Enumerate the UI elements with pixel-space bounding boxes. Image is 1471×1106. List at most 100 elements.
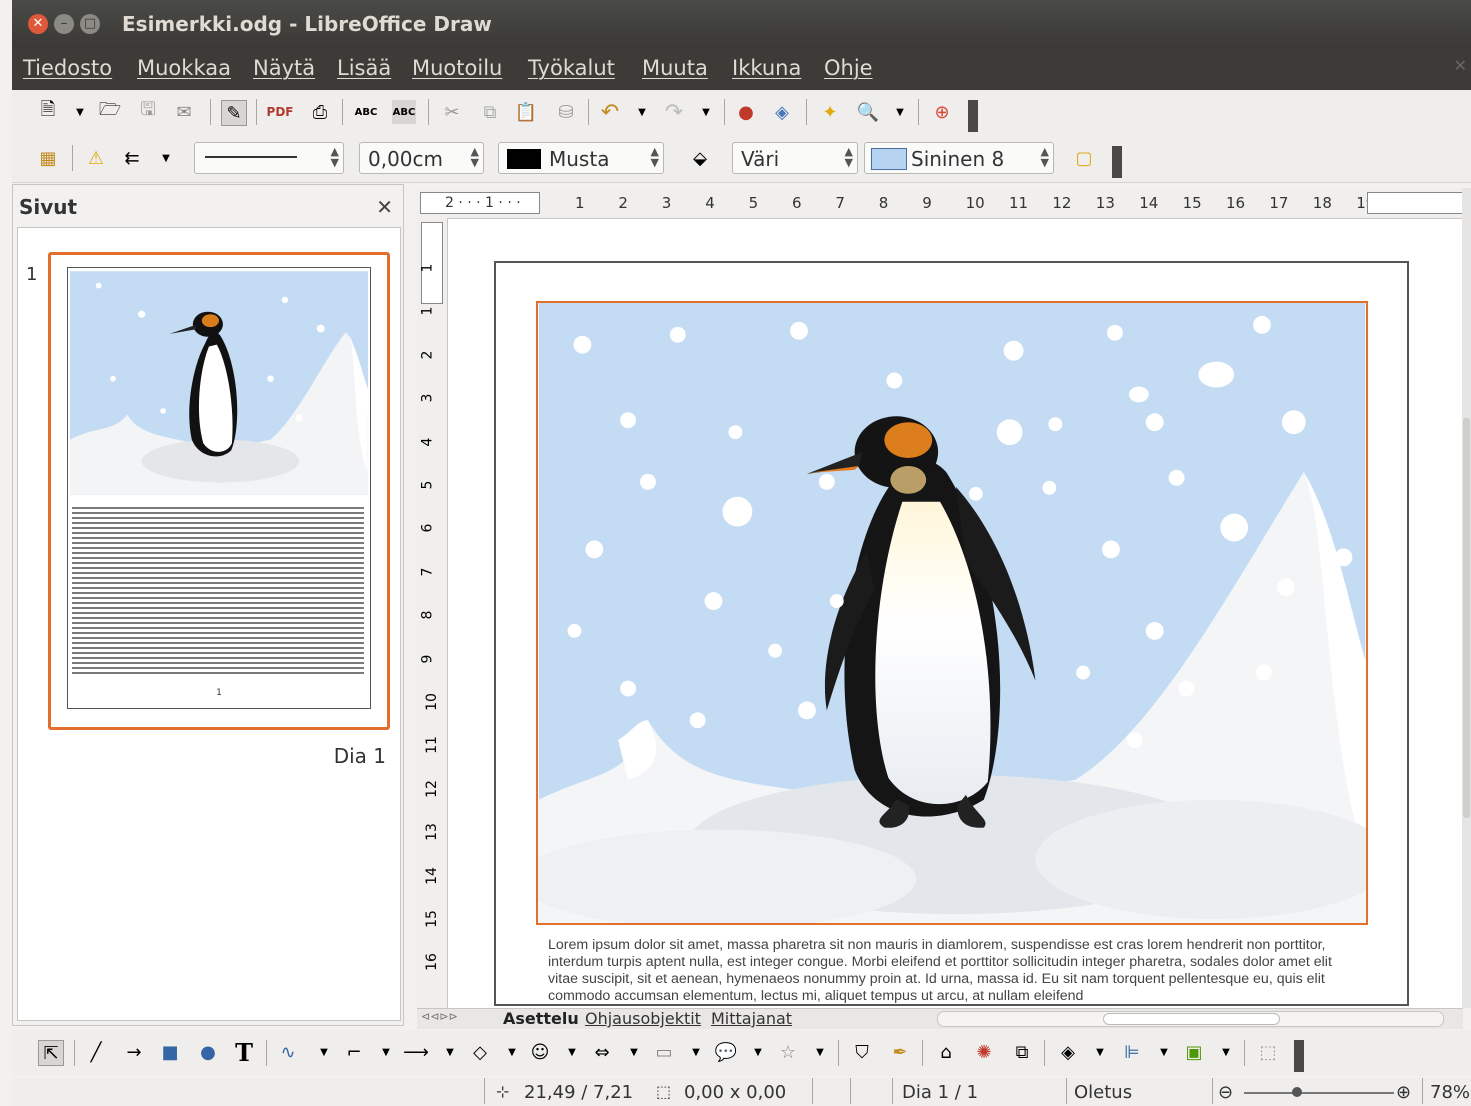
arrow-style-icon[interactable]: ⇇ [120, 146, 144, 170]
lines-arrows-icon[interactable]: ⟶ [403, 1040, 429, 1064]
chevron-down-icon[interactable]: ▼ [888, 100, 912, 124]
chevron-down-icon[interactable]: ▼ [622, 1040, 646, 1064]
menu-tiedosto[interactable]: Tiedosto [23, 56, 112, 80]
zoom-icon[interactable]: 🔍 [856, 100, 880, 124]
menu-muokkaa[interactable]: Muokkaa [137, 56, 231, 80]
menu-lisaa[interactable]: Lisää [337, 56, 391, 80]
zoom-out-icon[interactable]: ⊖ [1218, 1082, 1233, 1103]
chevron-down-icon[interactable]: ▼ [694, 100, 718, 124]
horizontal-scrollbar[interactable] [937, 1011, 1444, 1027]
menu-muuta[interactable]: Muuta [642, 56, 708, 80]
block-arrows-icon[interactable]: ⇔ [590, 1040, 614, 1064]
email-icon[interactable]: ✉ [172, 100, 196, 124]
chevron-down-icon[interactable]: ▼ [630, 100, 654, 124]
chevron-down-icon[interactable]: ▼ [312, 1040, 336, 1064]
points-edit-icon[interactable]: ⛉ [850, 1040, 874, 1064]
arrow-line-icon[interactable]: → [122, 1040, 146, 1064]
callouts-icon[interactable]: 💬 [714, 1040, 738, 1064]
basic-shapes-icon[interactable]: ◇ [468, 1040, 492, 1064]
minimize-window-icon[interactable]: – [54, 14, 74, 34]
zoom-slider[interactable] [1244, 1087, 1394, 1097]
horizontal-ruler[interactable]: 2 · · · 1 · · · 1 2 3 4 5 6 7 8 9 10 11 12 13 14 15 16 1… [417, 188, 1465, 219]
toolbar-overflow-handle[interactable] [1294, 1040, 1304, 1072]
drawing-canvas[interactable]: 2 · · · 1 · · · 1 2 3 4 5 6 7 8 9 10 11 12 13 14 15 16 1… [417, 188, 1465, 1008]
chevron-down-icon[interactable]: ▼ [1214, 1040, 1238, 1064]
chevron-down-icon[interactable]: ▼ [1088, 1040, 1112, 1064]
glue-points-icon[interactable]: ✒ [888, 1040, 912, 1064]
from-file-icon[interactable]: ✺ [972, 1040, 996, 1064]
extrusion-toggle-icon[interactable]: ⬚ [1256, 1040, 1280, 1064]
print-icon[interactable]: ⎙ [308, 100, 332, 124]
zoom-slider-knob[interactable] [1292, 1087, 1302, 1097]
open-folder-icon[interactable]: 🗁 [98, 99, 122, 124]
styles-icon[interactable]: ▦ [36, 146, 60, 170]
scroll-thumb[interactable] [1463, 418, 1470, 818]
menu-tyokalut[interactable]: Työkalut [528, 56, 615, 80]
zoom-in-icon[interactable]: ⊕ [1396, 1082, 1411, 1103]
vertical-scrollbar[interactable] [1462, 188, 1471, 1008]
chevron-down-icon[interactable]: ▼ [684, 1040, 708, 1064]
chevron-down-icon[interactable]: ▼ [154, 146, 178, 170]
line-color-select[interactable]: Musta ▲ ▼ [498, 142, 664, 174]
penguin-image[interactable] [536, 301, 1368, 925]
chevron-down-icon[interactable]: ▼ [68, 100, 92, 124]
save-icon[interactable]: 🖫 [136, 99, 160, 124]
chevron-down-icon[interactable]: ▼ [1152, 1040, 1176, 1064]
scroll-thumb[interactable] [1103, 1013, 1280, 1025]
rotate-icon[interactable]: ◈ [1056, 1040, 1080, 1064]
tab-ohjausobjektit[interactable]: Ohjausobjektit [585, 1009, 701, 1028]
copy-icon[interactable]: ⧉ [478, 100, 502, 124]
chevron-down-icon[interactable]: ▼ [438, 1040, 462, 1064]
close-document-icon[interactable]: ✕ [1454, 56, 1467, 75]
ellipse-icon[interactable]: ● [196, 1040, 220, 1064]
slide-thumbnail[interactable]: 1 [48, 252, 390, 730]
chevron-down-icon[interactable]: ▼ [560, 1040, 584, 1064]
fontwork-icon[interactable]: ⌂ [934, 1040, 958, 1064]
toolbar-overflow-handle[interactable] [968, 100, 978, 132]
area-style-select[interactable]: Väri ▲ ▼ [732, 142, 858, 174]
new-document-icon[interactable]: 🗎 [36, 99, 60, 124]
symbol-shapes-icon[interactable]: ☺ [528, 1040, 552, 1064]
curve-icon[interactable]: ∿ [276, 1040, 300, 1064]
maximize-window-icon[interactable]: □ [80, 14, 100, 34]
close-window-icon[interactable]: ✕ [28, 14, 48, 34]
toolbar-overflow-handle[interactable] [1112, 146, 1122, 178]
help-icon[interactable]: ⊕ [930, 100, 954, 124]
text-tool-icon[interactable]: T [232, 1038, 256, 1067]
spellcheck-icon[interactable]: ABC [354, 100, 378, 124]
line-style-select[interactable]: ▲ ▼ [194, 142, 344, 174]
points-icon[interactable]: ✦ [818, 100, 842, 124]
clone-format-icon[interactable]: ⛁ [554, 100, 578, 124]
arrange-icon[interactable]: ▣ [1182, 1040, 1206, 1064]
object-3d-icon[interactable]: ◈ [770, 100, 794, 124]
flowchart-icon[interactable]: ▭ [652, 1040, 676, 1064]
area-color-select[interactable]: Sininen 8 ▲ ▼ [864, 142, 1054, 174]
menu-nayta[interactable]: Näytä [253, 56, 315, 80]
chevron-down-icon[interactable]: ▼ [374, 1040, 398, 1064]
close-icon[interactable]: ✕ [376, 195, 393, 219]
edit-mode-icon[interactable]: ✎ [221, 100, 247, 126]
gallery-icon[interactable]: ⧉ [1010, 1040, 1034, 1064]
stars-icon[interactable]: ☆ [776, 1040, 800, 1064]
chevron-down-icon[interactable]: ▼ [746, 1040, 770, 1064]
tab-mittajanat[interactable]: Mittajanat [711, 1009, 792, 1028]
export-pdf-icon[interactable]: PDF [267, 100, 294, 124]
connector-icon[interactable]: ⌐ [342, 1040, 366, 1064]
undo-icon[interactable]: ↶ [598, 100, 622, 125]
paste-icon[interactable]: 📋 [514, 100, 538, 124]
tab-asettelu[interactable]: Asettelu [503, 1009, 579, 1028]
chevron-down-icon[interactable]: ▼ [808, 1040, 832, 1064]
rectangle-icon[interactable]: ■ [158, 1040, 182, 1064]
shadow-icon[interactable]: ▢ [1072, 146, 1096, 170]
redo-icon[interactable]: ↷ [662, 100, 686, 125]
menu-ikkuna[interactable]: Ikkuna [732, 56, 801, 80]
drawing-page[interactable]: Lorem ipsum dolor sit amet, massa pharet… [494, 261, 1409, 1006]
menu-ohje[interactable]: Ohje [824, 56, 873, 80]
autospellcheck-icon[interactable]: ABC [392, 100, 416, 124]
align-icon[interactable]: ⊫ [1120, 1040, 1144, 1064]
extrusion-icon[interactable]: ● [734, 100, 758, 124]
area-fill-icon[interactable]: ⬙ [688, 146, 712, 170]
chevron-down-icon[interactable]: ▼ [500, 1040, 524, 1064]
line-style-icon[interactable]: ⚠ [84, 146, 108, 170]
cut-icon[interactable]: ✂ [440, 100, 464, 124]
